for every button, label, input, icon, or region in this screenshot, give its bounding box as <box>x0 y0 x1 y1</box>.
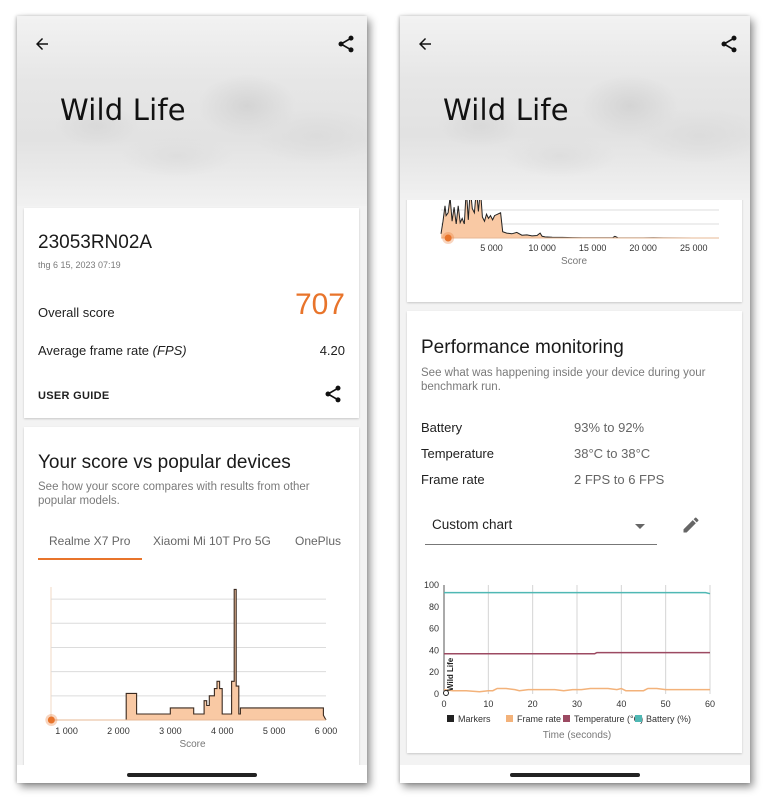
legend-label: Battery (%) <box>646 714 691 724</box>
x-axis-title: Time (seconds) <box>543 730 612 741</box>
device-tabs: Realme X7 Pro Xiaomi Mi 10T Pro 5G OnePl… <box>24 530 359 560</box>
y-tick-label: 80 <box>429 602 439 612</box>
phone-screen-right: 5 000 10 000 15 000 20 000 25 000 Score Wild … <box>400 16 750 783</box>
x-tick-label: 5 000 <box>480 243 503 253</box>
performance-subtitle: See what was happening inside your devic… <box>421 367 706 393</box>
distribution-area <box>51 589 326 720</box>
x-tick-label: 25 000 <box>680 243 708 253</box>
your-score-marker <box>47 716 55 724</box>
x-tick-label: 5 000 <box>263 726 286 736</box>
x-tick-label: 30 <box>572 699 582 709</box>
x-tick-label: 10 <box>483 699 493 709</box>
avg-fps-unit: (FPS) <box>152 343 187 358</box>
temperature-label: Temperature <box>421 446 494 461</box>
legend-swatch <box>447 715 454 722</box>
chart-type-select[interactable]: Custom chart <box>425 511 657 545</box>
page-title: Wild Life <box>443 93 569 127</box>
x-tick-label: 0 <box>441 699 446 709</box>
performance-line-chart: 0 10 20 30 40 50 60 0 20 40 60 80 100 Wild Life Marker… <box>424 580 715 741</box>
x-tick-label: 4 000 <box>211 726 234 736</box>
avg-fps-value: 4.20 <box>319 343 345 358</box>
result-card: 23053RN02A thg 6 15, 2023 07:19 Overall … <box>24 208 359 418</box>
x-tick-label: 20 000 <box>629 243 657 253</box>
overall-score-label: Overall score <box>38 305 115 320</box>
back-button[interactable] <box>414 33 436 55</box>
frame-rate-label: Frame rate <box>421 472 485 487</box>
battery-value: 93% to 92% <box>574 420 645 435</box>
legend-swatch <box>506 715 513 722</box>
share-result-button[interactable] <box>323 384 345 406</box>
marker-annotation-label: Wild Life <box>446 657 455 691</box>
x-tick-label: 60 <box>705 699 715 709</box>
user-guide-link[interactable]: USER GUIDE <box>38 390 109 402</box>
legend-label: Temperature (°C) <box>574 714 643 724</box>
y-tick-label: 100 <box>424 580 439 590</box>
x-tick-label: 1 000 <box>55 726 78 736</box>
score-distribution-chart: 1 000 2 000 3 000 4 000 5 000 6 000 Score <box>45 587 338 750</box>
tab-realme-x7-pro[interactable]: Realme X7 Pro <box>49 534 130 548</box>
share-icon <box>325 385 341 403</box>
x-axis-title: Score <box>561 256 588 267</box>
x-axis-title: Score <box>179 739 206 750</box>
x-tick-label: 6 000 <box>315 726 338 736</box>
result-date: thg 6 15, 2023 07:19 <box>38 260 121 270</box>
share-button[interactable] <box>718 33 740 55</box>
y-tick-label: 0 <box>434 689 439 699</box>
legend-label: Frame rate <box>517 714 561 724</box>
x-tick-label: 50 <box>661 699 671 709</box>
arrow-left-icon <box>419 38 431 50</box>
x-tick-label: 3 000 <box>159 726 182 736</box>
comparison-card: Your score vs popular devices See how yo… <box>24 427 359 783</box>
performance-card: Performance monitoring See what was happ… <box>407 311 742 753</box>
x-tick-label: 40 <box>616 699 626 709</box>
avg-fps-label: Average frame rate (FPS) <box>38 343 187 358</box>
x-tick-label: 10 000 <box>528 243 556 253</box>
selected-tab-indicator <box>38 558 142 560</box>
chart-type-value: Custom chart <box>432 517 513 532</box>
back-button[interactable] <box>31 33 53 55</box>
x-tick-label: 15 000 <box>579 243 607 253</box>
tab-xiaomi-mi-10t-pro-5g[interactable]: Xiaomi Mi 10T Pro 5G <box>153 534 271 548</box>
phone-screen-left: Wild Life 23053RN02A thg 6 15, 2023 07:1… <box>17 16 367 783</box>
x-tick-label: 2 000 <box>107 726 130 736</box>
y-tick-label: 20 <box>429 667 439 677</box>
comparison-subtitle: See how your score compares with results… <box>38 481 310 507</box>
comparison-title: Your score vs popular devices <box>38 452 291 473</box>
legend-swatch <box>635 715 642 722</box>
y-tick-label: 40 <box>429 645 439 655</box>
arrow-left-icon <box>36 38 48 50</box>
y-tick-label: 60 <box>429 624 439 634</box>
temperature-value: 38°C to 38°C <box>574 446 651 461</box>
device-name: 23053RN02A <box>38 232 153 253</box>
home-indicator[interactable] <box>510 773 640 777</box>
your-score-marker <box>444 234 452 242</box>
battery-label: Battery <box>421 420 463 435</box>
caret-down-icon <box>635 524 645 529</box>
pencil-icon <box>683 517 699 533</box>
distribution-line <box>51 588 327 721</box>
performance-title: Performance monitoring <box>421 337 624 358</box>
frame-rate-value: 2 FPS to 6 FPS <box>574 472 665 487</box>
avg-fps-label-text: Average frame rate <box>38 343 150 358</box>
legend-swatch <box>563 715 570 722</box>
legend-label: Markers <box>458 714 491 724</box>
page-title: Wild Life <box>60 93 186 127</box>
overall-score-value: 707 <box>294 288 345 321</box>
share-icon <box>721 35 737 53</box>
tab-oneplus[interactable]: OnePlus <box>295 534 341 548</box>
share-icon <box>338 35 354 53</box>
share-button[interactable] <box>335 33 357 55</box>
home-indicator[interactable] <box>127 773 257 777</box>
edit-chart-button[interactable] <box>681 515 703 537</box>
x-tick-label: 20 <box>528 699 538 709</box>
